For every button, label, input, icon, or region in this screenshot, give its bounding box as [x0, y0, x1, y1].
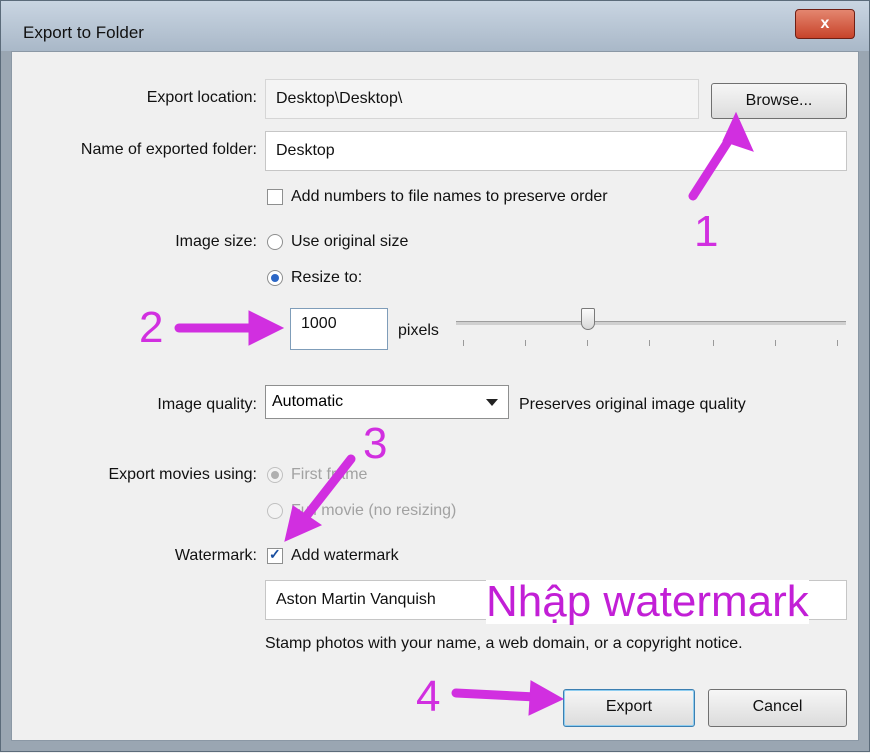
arrow-3 — [296, 454, 356, 528]
annotation-3: 3 — [363, 419, 388, 468]
arrow-2-head — [248, 310, 285, 346]
annotation-4: 4 — [416, 672, 441, 721]
export-dialog: Export to Folder x Export location: Desk… — [0, 0, 870, 752]
annotation-arrows — [174, 111, 754, 716]
annotation-1: 1 — [694, 207, 719, 256]
annotation-watermark-note: Nhập watermark — [486, 577, 809, 626]
arrow-4 — [451, 688, 541, 702]
annotation-2: 2 — [139, 303, 164, 352]
arrow-4-head — [528, 680, 565, 716]
